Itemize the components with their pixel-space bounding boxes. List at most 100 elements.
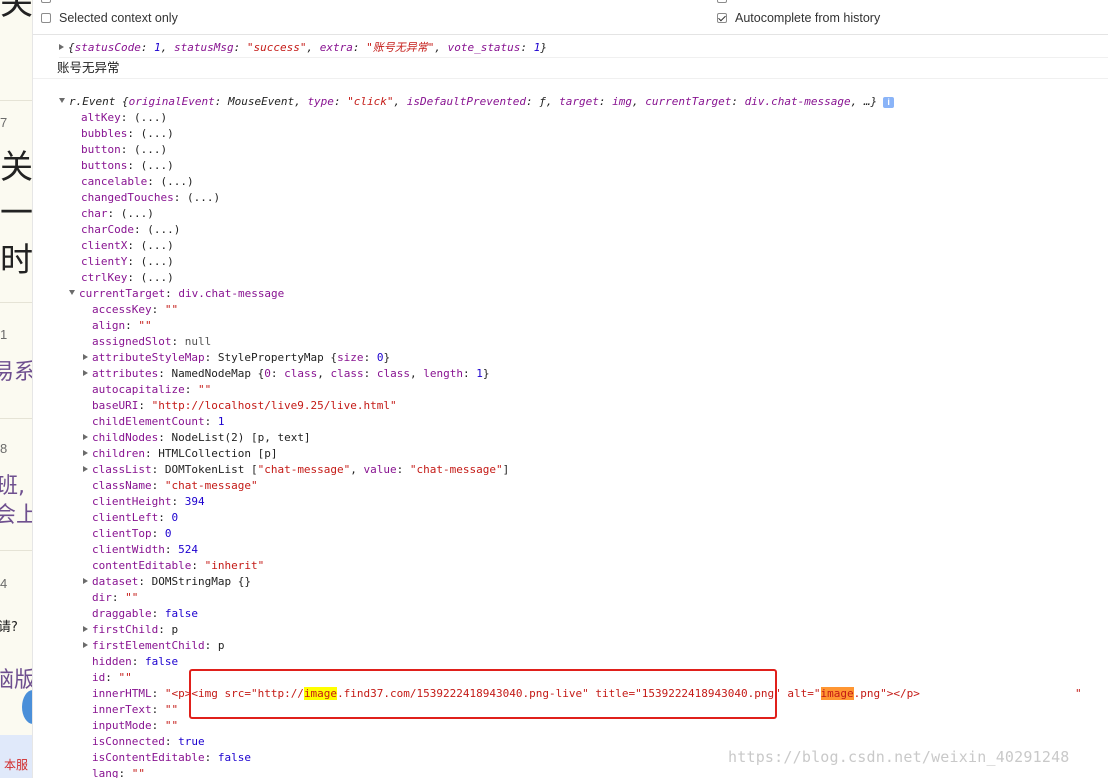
property-row[interactable]: firstElementChild: p xyxy=(83,638,1108,654)
property-row[interactable]: clientX: (...) xyxy=(81,238,1108,254)
current-target-row[interactable]: currentTarget: div.chat-message xyxy=(69,286,1108,302)
property-value: "" xyxy=(164,719,179,732)
property-value: "" xyxy=(125,591,139,604)
property-key: clientHeight xyxy=(92,495,172,508)
property-row[interactable]: attributeStyleMap: StylePropertyMap {siz… xyxy=(83,350,1108,366)
property-row[interactable]: classList: DOMTokenList ["chat-message",… xyxy=(83,462,1108,478)
page-fragment: 1 xyxy=(0,327,8,342)
property-key: firstChild xyxy=(92,623,159,636)
property-row[interactable]: align: "" xyxy=(92,318,1108,334)
property-row[interactable]: inputMode: "" xyxy=(92,718,1108,734)
background-page-strip: 关 7 关 一 时 1 易系 8 班, 会上 4 请? 脑版 本服 xyxy=(0,0,33,778)
event-object-header[interactable]: r.Event {originalEvent: MouseEvent, type… xyxy=(59,94,1108,110)
property-row[interactable]: cancelable: (...) xyxy=(81,174,1108,190)
property-key: hidden xyxy=(92,655,132,668)
property-row[interactable]: id: "" xyxy=(92,670,1108,686)
property-value: HTMLCollection [p] xyxy=(158,447,278,460)
property-row[interactable]: hidden: false xyxy=(92,654,1108,670)
property-row[interactable]: children: HTMLCollection [p] xyxy=(83,446,1108,462)
property-value: "" xyxy=(131,767,145,778)
property-key: clientY xyxy=(81,255,128,268)
property-key: ctrlKey xyxy=(81,271,128,284)
property-row[interactable]: autocapitalize: "" xyxy=(92,382,1108,398)
property-value: StylePropertyMap {size: 0} xyxy=(217,351,391,364)
console-log-object[interactable]: {statusCode: 1, statusMsg: "success", ex… xyxy=(59,40,1108,58)
screenshot: 关 7 关 一 时 1 易系 8 班, 会上 4 请? 脑版 本服 xyxy=(0,0,1108,778)
inner-html-row[interactable]: innerHTML: "<p><img src="http://image.fi… xyxy=(92,686,1108,702)
expand-triangle-icon[interactable] xyxy=(83,626,88,632)
expand-triangle-icon[interactable] xyxy=(83,450,88,456)
checkbox[interactable] xyxy=(717,0,727,3)
property-row[interactable]: assignedSlot: null xyxy=(92,334,1108,350)
property-value: (...) xyxy=(140,255,174,268)
property-key: childElementCount xyxy=(92,415,205,428)
property-row[interactable]: clientWidth: 524 xyxy=(92,542,1108,558)
property-row[interactable]: clientY: (...) xyxy=(81,254,1108,270)
console-settings-bar: Selected context only Autocomplete from … xyxy=(33,0,1108,35)
property-row[interactable]: ctrlKey: (...) xyxy=(81,270,1108,286)
property-row[interactable]: altKey: (...) xyxy=(81,110,1108,126)
property-value: (...) xyxy=(140,127,174,140)
property-row[interactable]: childElementCount: 1 xyxy=(92,414,1108,430)
property-row[interactable]: childNodes: NodeList(2) [p, text] xyxy=(83,430,1108,446)
property-row[interactable]: baseURI: "http://localhost/live9.25/live… xyxy=(92,398,1108,414)
property-row[interactable]: button: (...) xyxy=(81,142,1108,158)
property-row[interactable]: attributes: NamedNodeMap {0: class, clas… xyxy=(83,366,1108,382)
page-fragment: 班, xyxy=(0,474,25,499)
property-value: "" xyxy=(164,303,179,316)
property-row[interactable]: draggable: false xyxy=(92,606,1108,622)
property-value: (...) xyxy=(140,271,174,284)
autocomplete-from-history-label: Autocomplete from history xyxy=(735,11,881,25)
property-value: (...) xyxy=(186,191,221,204)
inner-html-value: "<p><img src="http://image.find37.com/15… xyxy=(164,687,920,700)
property-value: (...) xyxy=(160,175,194,188)
property-row[interactable]: bubbles: (...) xyxy=(81,126,1108,142)
page-fragment: 请? xyxy=(0,620,18,635)
property-key: contentEditable xyxy=(92,559,192,572)
property-row[interactable]: className: "chat-message" xyxy=(92,478,1108,494)
collapse-triangle-icon[interactable] xyxy=(59,98,65,103)
expand-triangle-icon[interactable] xyxy=(83,466,88,472)
floating-button[interactable] xyxy=(22,690,32,724)
expand-triangle-icon[interactable] xyxy=(83,354,88,360)
selected-context-only-checkbox[interactable] xyxy=(41,13,51,23)
expand-triangle-icon[interactable] xyxy=(83,578,88,584)
property-row[interactable]: dir: "" xyxy=(92,590,1108,606)
property-value: false xyxy=(217,751,251,764)
property-row[interactable]: char: (...) xyxy=(81,206,1108,222)
page-fragment: 一 xyxy=(0,193,33,232)
collapse-triangle-icon[interactable] xyxy=(69,290,75,295)
property-row[interactable]: firstChild: p xyxy=(83,622,1108,638)
property-row[interactable]: contentEditable: "inherit" xyxy=(92,558,1108,574)
selected-context-only-setting[interactable]: Selected context only xyxy=(41,11,178,25)
property-row[interactable]: changedTouches: (...) xyxy=(81,190,1108,206)
property-row[interactable]: accessKey: "" xyxy=(92,302,1108,318)
expand-triangle-icon[interactable] xyxy=(59,44,64,50)
property-key: inputMode xyxy=(92,719,152,732)
autocomplete-from-history-checkbox[interactable] xyxy=(717,13,727,23)
property-row[interactable]: charCode: (...) xyxy=(81,222,1108,238)
property-row[interactable]: clientHeight: 394 xyxy=(92,494,1108,510)
expand-triangle-icon[interactable] xyxy=(83,370,88,376)
expand-triangle-icon[interactable] xyxy=(83,642,88,648)
info-icon[interactable]: i xyxy=(883,97,895,108)
property-key: altKey xyxy=(81,111,121,124)
watermark: https://blog.csdn.net/weixin_40291248 xyxy=(728,748,1070,766)
property-value: "" xyxy=(197,383,212,396)
checkbox[interactable] xyxy=(41,0,51,3)
property-value: "inherit" xyxy=(204,559,265,572)
property-key: attributeStyleMap xyxy=(92,351,205,364)
property-row[interactable]: buttons: (...) xyxy=(81,158,1108,174)
expand-triangle-icon[interactable] xyxy=(83,434,88,440)
property-key: clientLeft xyxy=(92,511,159,524)
property-key: attributes xyxy=(92,367,159,380)
autocomplete-from-history-setting[interactable]: Autocomplete from history xyxy=(717,11,880,25)
property-row[interactable]: clientLeft: 0 xyxy=(92,510,1108,526)
divider xyxy=(0,418,32,419)
property-row[interactable]: dataset: DOMStringMap {} xyxy=(83,574,1108,590)
property-value: null xyxy=(184,335,212,348)
property-row[interactable]: lang: "" xyxy=(92,766,1108,778)
property-value: (...) xyxy=(120,207,154,220)
property-row[interactable]: innerText: "" xyxy=(92,702,1108,718)
property-row[interactable]: clientTop: 0 xyxy=(92,526,1108,542)
